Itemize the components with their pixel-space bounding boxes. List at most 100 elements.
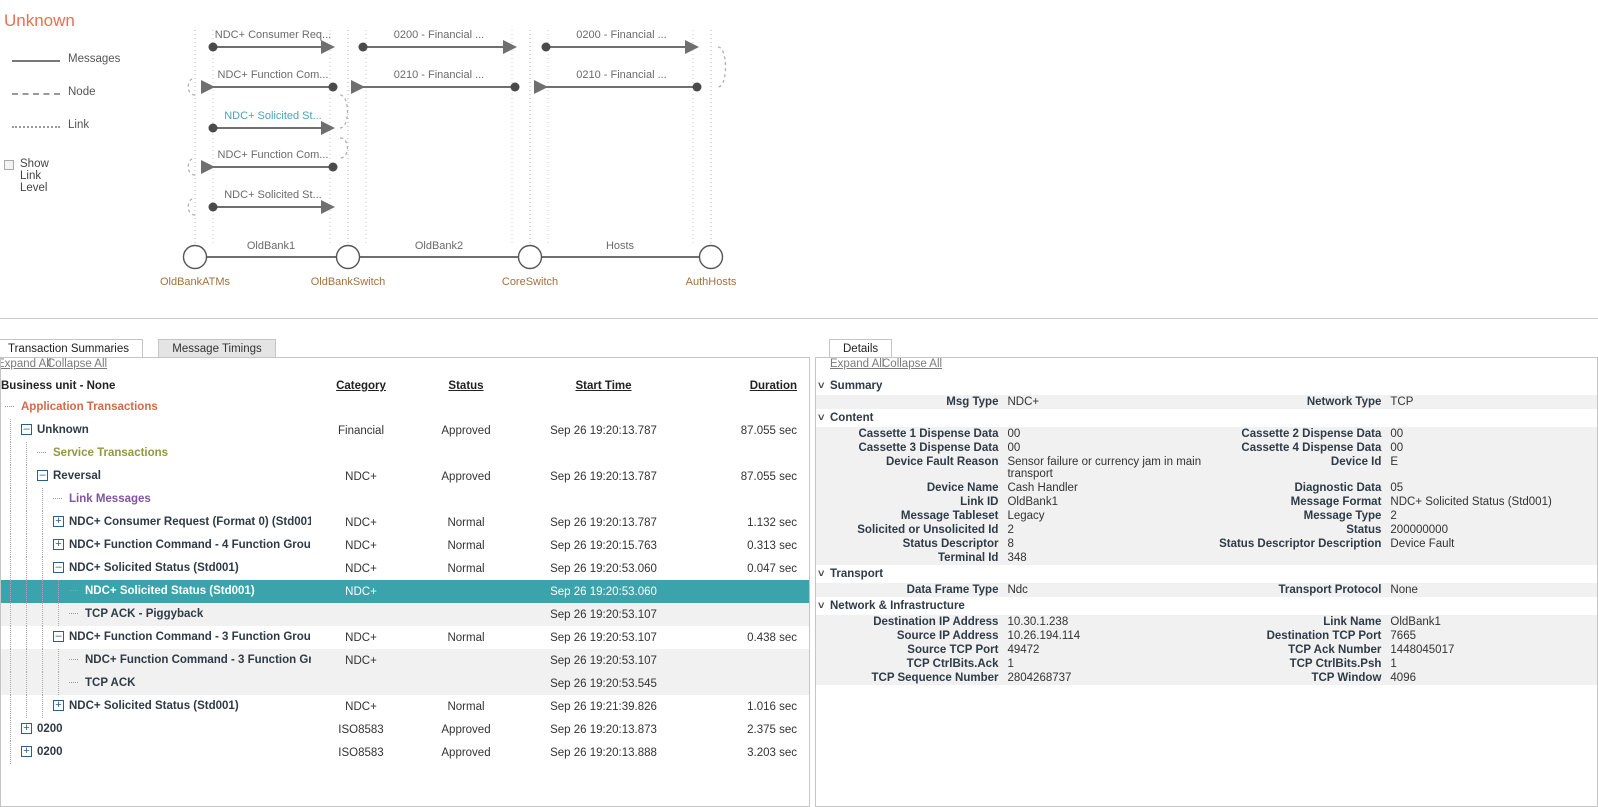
cell-start: Sep 26 19:20:53.107 bbox=[521, 649, 686, 672]
details-collapse-all-link[interactable]: Collapse All bbox=[882, 358, 942, 370]
column-header-start-time[interactable]: Start Time bbox=[521, 377, 686, 396]
details-section-header-network-infrastructure[interactable]: ˅ Network & Infrastructure bbox=[816, 597, 1597, 615]
cell-duration bbox=[686, 442, 809, 465]
detail-value: 1448045017 bbox=[1390, 644, 1455, 656]
detail-key: TCP Sequence Number bbox=[871, 672, 999, 684]
tab-transaction-summaries[interactable]: Transaction Summaries bbox=[0, 339, 144, 358]
table-row[interactable]: NDC+ Solicited Status (Std001) NDC+ Sep 26… bbox=[1, 580, 809, 603]
message-arrow[interactable]: 0200 - Financial ... bbox=[358, 29, 517, 54]
detail-key: Link ID bbox=[960, 496, 999, 508]
cell-status: Normal bbox=[447, 562, 485, 575]
table-row[interactable]: + NDC+ Solicited Status (Std001) NDC+ Norma… bbox=[1, 695, 809, 718]
left-expand-all-link[interactable]: Expand All bbox=[1, 358, 51, 370]
tree-guide-line bbox=[10, 603, 12, 626]
cell-duration: 87.055 sec bbox=[740, 470, 797, 483]
transaction-label: 0200 bbox=[37, 723, 63, 735]
table-row[interactable]: – Reversal NDC+ Approved Sep 26 19:20:13.787… bbox=[1, 465, 809, 488]
table-row[interactable]: + NDC+ Consumer Request (Format 0) (Std00… bbox=[1, 511, 809, 534]
details-section-header-content[interactable]: ˅ Content bbox=[816, 409, 1597, 427]
cell-duration bbox=[686, 649, 809, 672]
detail-value: 1 bbox=[1390, 658, 1397, 670]
chevron-down-icon[interactable]: ˅ bbox=[818, 412, 824, 424]
transaction-label: Link Messages bbox=[69, 493, 151, 505]
node-OldBankATMs[interactable]: OldBankATMs bbox=[160, 244, 231, 289]
table-row[interactable]: Application Transactions bbox=[1, 396, 809, 419]
table-row[interactable]: – NDC+ Solicited Status (Std001) NDC+ Norma… bbox=[1, 557, 809, 580]
chevron-down-icon[interactable]: ˅ bbox=[818, 568, 824, 580]
cell-category: NDC+ bbox=[345, 700, 377, 713]
column-header-category[interactable]: Category bbox=[311, 377, 411, 396]
message-arrow[interactable]: NDC+ Consumer Req... bbox=[208, 29, 335, 54]
tree-guide-line bbox=[10, 419, 12, 442]
table-row[interactable]: NDC+ Function Command - 3 Function Group… bbox=[1, 649, 809, 672]
collapse-node-icon[interactable]: – bbox=[37, 470, 48, 481]
table-row[interactable]: TCP ACK Sep 26 19:20:53.545 bbox=[1, 672, 809, 695]
cell-start bbox=[521, 442, 686, 465]
details-section-title: Transport bbox=[830, 568, 884, 580]
column-header-business-unit-none[interactable]: Business unit - None bbox=[1, 377, 311, 396]
cell-duration bbox=[686, 603, 809, 626]
message-arrow[interactable]: NDC+ Function Com... bbox=[201, 69, 338, 94]
details-section-body: Msg Type NDC+ Network Type TCP bbox=[816, 395, 1597, 409]
message-arrow[interactable]: 0200 - Financial ... bbox=[541, 29, 699, 54]
expand-node-icon[interactable]: + bbox=[53, 516, 64, 527]
detail-key: Msg Type bbox=[946, 396, 999, 408]
expand-node-icon[interactable]: + bbox=[53, 539, 64, 550]
column-header-duration[interactable]: Duration bbox=[686, 377, 809, 396]
table-row[interactable]: +0200 ISO8583 Approved Sep 26 19:20:13.873 2… bbox=[1, 718, 809, 741]
node-label: AuthHosts bbox=[686, 276, 737, 288]
details-section-title: Content bbox=[830, 412, 874, 424]
collapse-node-icon[interactable]: – bbox=[53, 562, 64, 573]
cell-duration: 1.016 sec bbox=[747, 700, 797, 713]
cell-category bbox=[311, 603, 411, 626]
tab-message-timings[interactable]: Message Timings bbox=[158, 339, 276, 358]
message-arrow[interactable]: 0210 - Financial ... bbox=[534, 69, 702, 94]
collapse-node-icon[interactable]: – bbox=[21, 424, 32, 435]
tab-details[interactable]: Details bbox=[829, 339, 893, 358]
table-row[interactable]: + NDC+ Function Command - 4 Function Grou… bbox=[1, 534, 809, 557]
detail-key: Data Frame Type bbox=[906, 584, 999, 596]
expand-node-icon[interactable]: + bbox=[21, 746, 32, 757]
message-arrow[interactable]: NDC+ Solicited St... bbox=[208, 189, 335, 214]
details-panel: Details Expand All Collapse All ˅ Summary… bbox=[815, 318, 1598, 807]
detail-key: TCP Window bbox=[1311, 672, 1382, 684]
message-arrow[interactable]: NDC+ Function Com... bbox=[201, 149, 338, 174]
table-row[interactable]: TCP ACK - Piggyback Sep 26 19:20:53.107 bbox=[1, 603, 809, 626]
details-row: TCP Sequence Number 2804268737 TCP Window 4… bbox=[816, 671, 1597, 685]
details-section-header-transport[interactable]: ˅ Transport bbox=[816, 565, 1597, 583]
tree-leaf-icon bbox=[69, 654, 80, 665]
chevron-down-icon[interactable]: ˅ bbox=[818, 380, 824, 392]
message-arrow[interactable]: 0210 - Financial ... bbox=[351, 69, 520, 94]
cell-category: NDC+ bbox=[345, 470, 377, 483]
detail-key bbox=[1209, 551, 1390, 565]
column-header-status[interactable]: Status bbox=[411, 377, 521, 396]
table-row[interactable]: Link Messages bbox=[1, 488, 809, 511]
detail-key: TCP CtrlBits.Ack bbox=[906, 658, 999, 670]
detail-value: Ndc bbox=[1007, 584, 1028, 596]
left-collapse-all-link[interactable]: Collapse All bbox=[47, 358, 107, 370]
transaction-label: NDC+ Solicited Status (Std001) bbox=[69, 562, 239, 574]
tree-guide-line bbox=[42, 511, 44, 534]
cell-name: Application Transactions bbox=[1, 396, 311, 419]
table-row[interactable]: – NDC+ Function Command - 3 Function Grou… bbox=[1, 626, 809, 649]
collapse-node-icon[interactable]: – bbox=[53, 631, 64, 642]
table-row[interactable]: – Unknown Financial Approved Sep 26 19:20:13… bbox=[1, 419, 809, 442]
expand-node-icon[interactable]: + bbox=[53, 700, 64, 711]
transaction-label: NDC+ Solicited Status (Std001) bbox=[69, 700, 239, 712]
message-arrow[interactable]: NDC+ Solicited St... bbox=[208, 110, 335, 135]
details-expand-all-link[interactable]: Expand All bbox=[830, 358, 884, 370]
node-AuthHosts[interactable]: AuthHosts bbox=[686, 244, 737, 289]
table-row[interactable]: Service Transactions bbox=[1, 442, 809, 465]
node-OldBankSwitch[interactable]: OldBankSwitch bbox=[311, 244, 386, 289]
cell-duration bbox=[686, 672, 809, 695]
node-CoreSwitch[interactable]: CoreSwitch bbox=[502, 244, 558, 289]
table-row[interactable]: +0200 ISO8583 Approved Sep 26 19:20:13.888 3… bbox=[1, 741, 809, 764]
transaction-label: Unknown bbox=[37, 424, 89, 436]
chevron-down-icon[interactable]: ˅ bbox=[818, 600, 824, 612]
expand-node-icon[interactable]: + bbox=[21, 723, 32, 734]
details-section-header-summary[interactable]: ˅ Summary bbox=[816, 377, 1597, 395]
cell-status bbox=[411, 672, 521, 695]
transaction-summaries-panel: Transaction Summaries Message Timings Exp… bbox=[0, 318, 810, 807]
detail-key: Transport Protocol bbox=[1278, 584, 1382, 596]
sequence-diagram-panel: Unknown Messages Node Link Show Link Lev… bbox=[0, 0, 1598, 319]
